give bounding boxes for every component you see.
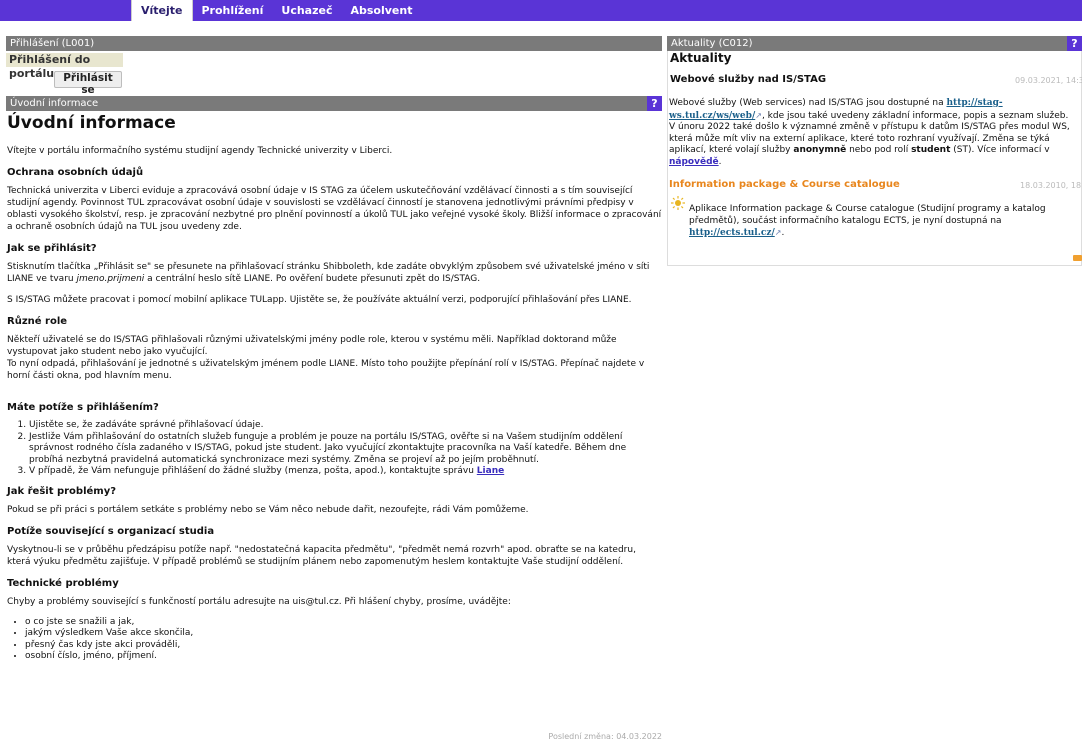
news-title: Aktuality [670, 51, 732, 65]
news-portlet-header-title: Aktuality (C012) [671, 38, 753, 49]
login-trouble-list: Ujistěte se, že zadáváte správné přihlaš… [29, 420, 662, 478]
news-item-title: Webové služby nad IS/STAG [670, 74, 827, 85]
top-navigation-bar: Vítejte Prohlížení Uchazeč Absolvent [0, 0, 1082, 21]
tulapp-text: S IS/STAG můžete pracovat i pomocí mobil… [7, 295, 632, 305]
study-issues-text: Vyskytnou-li se v průběhu předzápisu pot… [7, 544, 636, 567]
tab-prohlizeni[interactable]: Prohlížení [193, 0, 273, 21]
ects-link[interactable]: http://ects.tul.cz/ [689, 228, 775, 238]
problems-text: Pokud se při práci s portálem setkáte s … [7, 504, 529, 515]
help-icon[interactable]: ? [1067, 36, 1082, 51]
section-title-login-how: Jak se přihlásit? [7, 243, 97, 254]
roles-text: Někteří uživatelé se do IS/STAG přihlašo… [7, 335, 645, 381]
login-label: Přihlášení do portálu: [6, 53, 123, 80]
main-menu: Vítejte Prohlížení Uchazeč Absolvent [131, 0, 421, 21]
section-title-privacy: Ochrana osobních údajů [7, 167, 144, 178]
list-item: V případě, že Vám nefunguje přihlášení d… [29, 466, 662, 478]
login-how-text: Stisknutím tlačítka „Přihlásit se" se př… [7, 262, 650, 284]
list-item: Jestliže Vám přihlašování do ostatních s… [29, 432, 662, 467]
news-portlet-header: Aktuality (C012) ? [667, 36, 1082, 51]
rss-icon[interactable] [1073, 255, 1082, 261]
section-title-study-issues: Potíže související s organizací studia [7, 525, 215, 537]
last-change: Poslední změna: 04.03.2022 [548, 732, 662, 741]
liane-link[interactable]: Liane [477, 466, 504, 476]
list-item: přesný čas kdy jste akci prováděli, [25, 640, 662, 652]
sun-icon [671, 196, 685, 210]
username-format: jmeno.prijmeni [76, 274, 145, 284]
list-item: osobní číslo, jméno, příjmení. [25, 651, 662, 663]
intro-portlet-header-title: Úvodní informace [10, 98, 99, 109]
help-link[interactable]: nápovědě [669, 157, 719, 167]
list-item: jakým výsledkem Vaše akce skončila, [25, 628, 662, 640]
privacy-text: Technická univerzita v Liberci eviduje a… [7, 186, 662, 232]
section-title-technical: Technické problémy [7, 577, 119, 589]
technical-list: o co jste se snažili a jak, jakým výsled… [25, 617, 662, 663]
intro-portlet-header: Úvodní informace ? [6, 96, 662, 111]
help-icon[interactable]: ? [647, 96, 662, 111]
section-title-login-trouble: Máte potíže s přihlášením? [7, 402, 159, 413]
login-button[interactable]: Přihlásit se [54, 71, 122, 96]
page-title: Úvodní informace [7, 113, 176, 133]
technical-text: Chyby a problémy související s funkčnost… [7, 596, 511, 607]
section-title-problems: Jak řešit problémy? [7, 485, 117, 497]
list-item: Ujistěte se, že zadáváte správné přihlaš… [29, 420, 662, 432]
tab-uchazec[interactable]: Uchazeč [272, 0, 341, 21]
news-item-date: 09.03.2021, 14:30 [1015, 76, 1082, 85]
list-item: o co jste se snažili a jak, [25, 617, 662, 629]
login-portlet-header: Přihlášení (L001) [6, 36, 662, 51]
news-item-body: Aplikace Information package & Course ca… [689, 204, 1046, 238]
news-item-date: 18.03.2010, 18:57 [1020, 181, 1082, 190]
section-title-roles: Různé role [7, 316, 68, 327]
external-link-icon: ↗ [755, 110, 762, 120]
news-item-title: Information package & Course catalogue [669, 179, 900, 190]
tab-vitejte[interactable]: Vítejte [131, 0, 193, 21]
welcome-text: Vítejte v portálu informačního systému s… [7, 146, 393, 156]
tab-absolvent[interactable]: Absolvent [341, 0, 421, 21]
news-item-body: Webové služby (Web services) nad IS/STAG… [669, 98, 1070, 167]
intro-content: Úvodní informace Vítejte v portálu infor… [7, 113, 662, 670]
